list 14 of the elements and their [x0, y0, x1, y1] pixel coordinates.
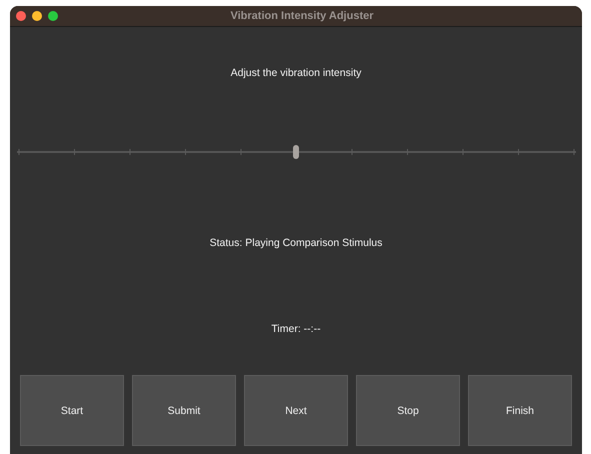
window-title: Vibration Intensity Adjuster — [229, 10, 375, 22]
close-button[interactable] — [16, 11, 26, 21]
timer-text: Timer: --:-- — [271, 323, 321, 335]
action-button[interactable]: Next — [244, 375, 348, 446]
prompt-text: Adjust the vibration intensity — [230, 67, 362, 79]
action-button[interactable]: Stop — [356, 375, 460, 446]
action-button[interactable]: Submit — [132, 375, 236, 446]
action-button[interactable]: Finish — [468, 375, 572, 446]
zoom-button[interactable] — [48, 11, 58, 21]
slider-thumb[interactable] — [293, 145, 299, 159]
minimize-button[interactable] — [32, 11, 42, 21]
action-button[interactable]: Start — [20, 375, 124, 446]
intensity-slider[interactable] — [16, 143, 576, 159]
status-text: Status: Playing Comparison Stimulus — [210, 237, 382, 249]
